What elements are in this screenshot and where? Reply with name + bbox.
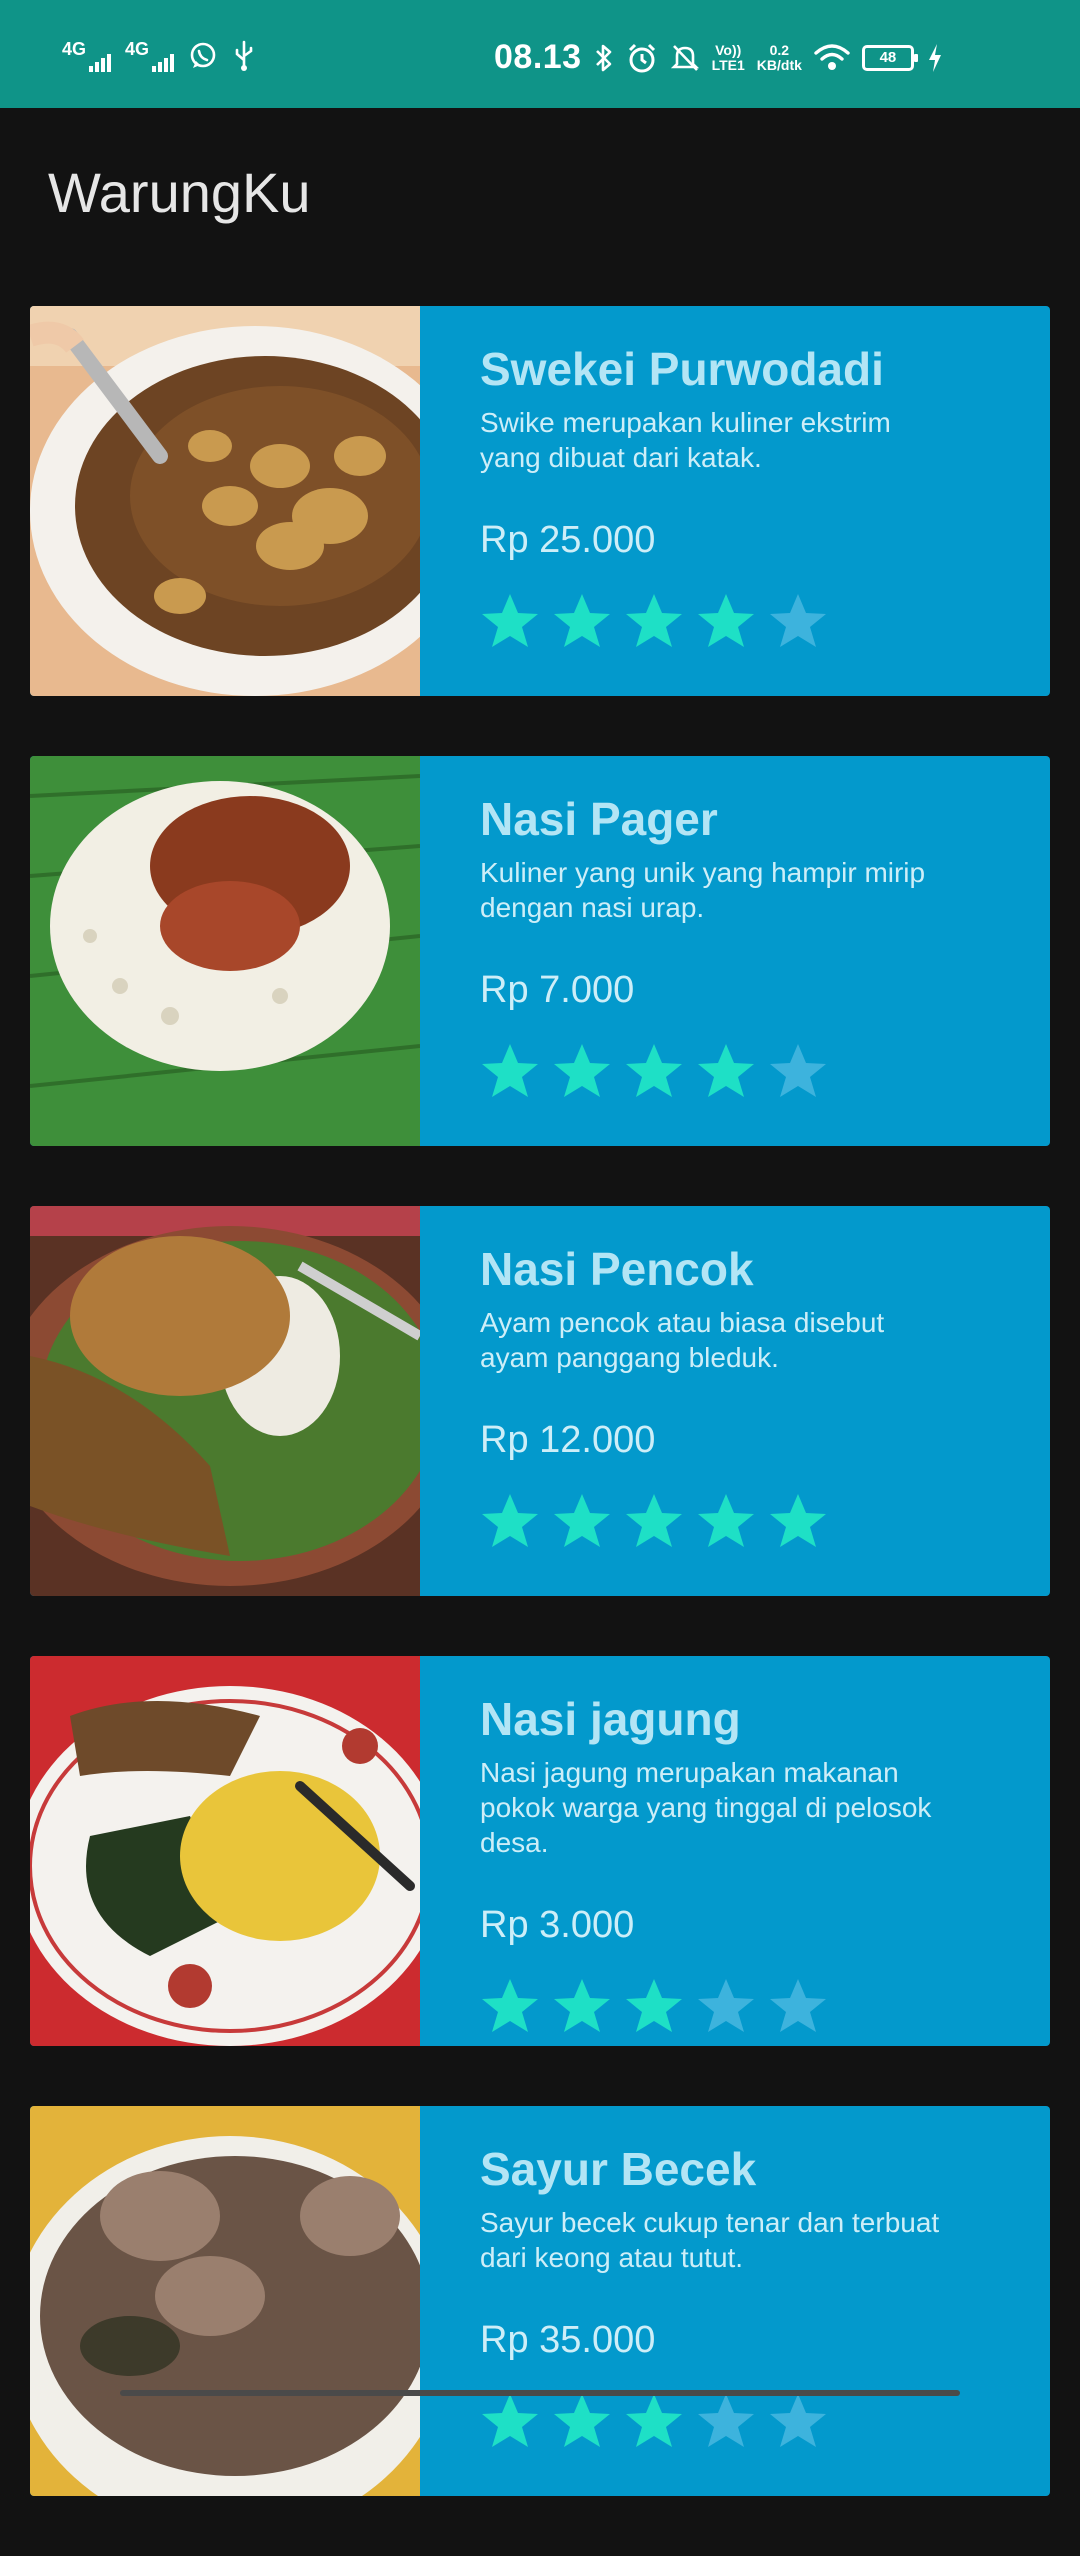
food-image bbox=[30, 306, 420, 696]
food-card-3[interactable]: Nasi Pencok Ayam pencok atau biasa diseb… bbox=[30, 1206, 1050, 1596]
food-image bbox=[30, 2106, 420, 2496]
food-description: Swike merupakan kuliner ekstrim yang dib… bbox=[480, 407, 891, 474]
food-list[interactable]: Swekei Purwodadi Swike merupakan kuliner… bbox=[30, 306, 1050, 2556]
star-filled-icon bbox=[554, 2394, 610, 2448]
rating-stars bbox=[480, 2392, 1010, 2452]
volte-top: Vo)) bbox=[715, 41, 742, 58]
star-filled-icon bbox=[626, 1979, 682, 2033]
star-empty-icon bbox=[770, 1979, 826, 2033]
food-description: Kuliner yang unik yang hampir mirip deng… bbox=[480, 857, 926, 924]
food-price: Rp 25.000 bbox=[480, 519, 656, 562]
food-card-2[interactable]: Nasi Pager Kuliner yang unik yang hampir… bbox=[30, 756, 1050, 1146]
food-info: Nasi Pager Kuliner yang unik yang hampir… bbox=[420, 756, 1050, 1146]
star-empty-icon bbox=[698, 1979, 754, 2033]
food-description: Sayur becek cukup tenar dan terbuat dari… bbox=[480, 2207, 940, 2274]
food-description: Ayam pencok atau biasa disebut ayam pang… bbox=[480, 1307, 885, 1374]
rating-stars bbox=[480, 592, 1010, 652]
food-title: Swekei Purwodadi bbox=[480, 343, 884, 395]
bluetooth-icon bbox=[595, 44, 611, 71]
food-card-4[interactable]: Nasi jagung Nasi jagung merupakan makana… bbox=[30, 1656, 1050, 2046]
food-price: Rp 7.000 bbox=[480, 969, 635, 1012]
food-title: Nasi jagung bbox=[480, 1693, 741, 1745]
volte-bottom: LTE1 bbox=[711, 56, 745, 73]
star-empty-icon bbox=[698, 2394, 754, 2448]
volte-indicator: Vo)) LTE1 bbox=[711, 41, 745, 73]
speed-unit: KB/dtk bbox=[756, 56, 802, 73]
star-filled-icon bbox=[482, 1044, 538, 1098]
rating-stars bbox=[480, 1042, 1010, 1102]
food-price: Rp 3.000 bbox=[480, 1904, 635, 1947]
food-description: Nasi jagung merupakan makanan pokok warg… bbox=[480, 1757, 932, 1859]
star-filled-icon bbox=[770, 1494, 826, 1548]
star-filled-icon bbox=[482, 1494, 538, 1548]
usb-icon bbox=[235, 40, 253, 71]
food-price: Rp 35.000 bbox=[480, 2319, 656, 2362]
mute-notification-icon bbox=[670, 44, 699, 71]
star-filled-icon bbox=[626, 594, 682, 648]
star-filled-icon bbox=[554, 1494, 610, 1548]
food-price: Rp 12.000 bbox=[480, 1419, 656, 1462]
star-filled-icon bbox=[482, 2394, 538, 2448]
status-bar: 4G 4G 08.13 Vo)) LTE1 0.2 KB/dtk 48 bbox=[0, 0, 1080, 108]
food-info: Nasi jagung Nasi jagung merupakan makana… bbox=[420, 1656, 1050, 2046]
food-info: Nasi Pencok Ayam pencok atau biasa diseb… bbox=[420, 1206, 1050, 1596]
food-card-5[interactable]: Sayur Becek Sayur becek cukup tenar dan … bbox=[30, 2106, 1050, 2496]
signal-icon: 4G bbox=[62, 39, 112, 72]
star-filled-icon bbox=[554, 1044, 610, 1098]
battery-icon: 48 bbox=[861, 44, 918, 71]
star-filled-icon bbox=[482, 594, 538, 648]
signal-icon-2: 4G bbox=[125, 39, 175, 72]
food-image bbox=[30, 1656, 420, 2046]
star-filled-icon bbox=[554, 594, 610, 648]
network-label-2: 4G bbox=[125, 39, 150, 59]
food-image bbox=[30, 1206, 420, 1596]
star-filled-icon bbox=[698, 594, 754, 648]
food-title: Sayur Becek bbox=[480, 2143, 757, 2195]
rating-stars bbox=[480, 1977, 1010, 2037]
alarm-icon bbox=[628, 43, 655, 72]
star-empty-icon bbox=[770, 1044, 826, 1098]
charging-icon bbox=[928, 43, 941, 72]
star-filled-icon bbox=[626, 2394, 682, 2448]
food-image bbox=[30, 756, 420, 1146]
network-label: 4G bbox=[62, 39, 87, 59]
star-filled-icon bbox=[482, 1979, 538, 2033]
star-empty-icon bbox=[770, 2394, 826, 2448]
food-info: Sayur Becek Sayur becek cukup tenar dan … bbox=[420, 2106, 1050, 2496]
star-filled-icon bbox=[626, 1044, 682, 1098]
food-title: Nasi Pager bbox=[480, 793, 718, 845]
star-filled-icon bbox=[626, 1494, 682, 1548]
star-filled-icon bbox=[698, 1044, 754, 1098]
food-info: Swekei Purwodadi Swike merupakan kuliner… bbox=[420, 306, 1050, 696]
speed-value: 0.2 bbox=[769, 41, 790, 58]
app-title: WarungKu bbox=[48, 161, 311, 224]
star-filled-icon bbox=[554, 1979, 610, 2033]
rating-stars bbox=[480, 1492, 1010, 1552]
food-title: Nasi Pencok bbox=[480, 1243, 754, 1295]
clock: 08.13 bbox=[494, 38, 582, 76]
network-speed: 0.2 KB/dtk bbox=[756, 41, 802, 73]
wifi-icon bbox=[814, 43, 850, 70]
whatsapp-icon bbox=[190, 42, 216, 68]
food-card-1[interactable]: Swekei Purwodadi Swike merupakan kuliner… bbox=[30, 306, 1050, 696]
star-filled-icon bbox=[698, 1494, 754, 1548]
scroll-indicator bbox=[120, 2390, 960, 2396]
star-empty-icon bbox=[770, 594, 826, 648]
